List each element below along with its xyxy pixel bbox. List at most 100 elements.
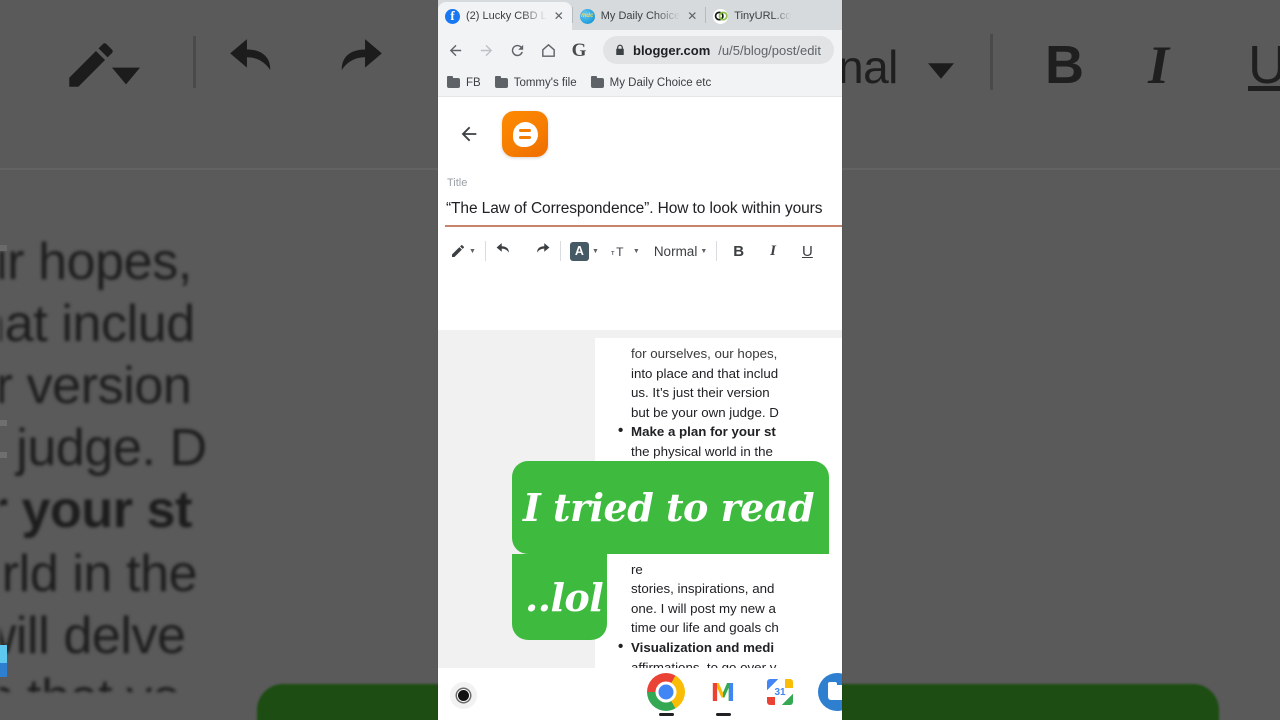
my-daily-choice-icon: mdc	[579, 8, 595, 24]
address-bar[interactable]: blogger.com/u/5/blog/post/edit	[603, 36, 834, 64]
browser-tab-tinyurl[interactable]: TinyURL.co	[706, 2, 798, 30]
redo-icon[interactable]	[532, 243, 551, 259]
text-color-chevron-down-icon[interactable]: ▼	[592, 248, 599, 255]
taskbar-app-chrome[interactable]	[646, 673, 686, 716]
background-chevron-down-icon	[112, 66, 140, 86]
doc-line: the physical world in the	[631, 443, 773, 459]
tab-close-icon[interactable]: ✕	[553, 10, 565, 22]
tab-title: (2) Lucky CBD L	[466, 10, 547, 22]
app-running-indicator	[658, 713, 674, 716]
gmail-icon: M	[704, 673, 742, 711]
blogger-logo-icon[interactable]	[502, 111, 548, 157]
taskbar-app-calendar[interactable]: 31	[760, 673, 800, 716]
doc-list-item: Make a plan for your st	[595, 421, 842, 442]
forward-arrow-icon[interactable]	[477, 41, 495, 59]
toolbar-separator-3	[716, 241, 718, 261]
taskbar-app-files[interactable]	[817, 673, 842, 716]
gmail-letter: M	[710, 677, 736, 707]
browser-tab-my-daily-choice[interactable]: mdc My Daily Choice ✕	[573, 2, 706, 30]
chrome-icon	[647, 673, 685, 711]
background-edge-mark-3	[0, 452, 7, 458]
bookmark-fb[interactable]: FB	[447, 75, 481, 89]
bookmarks-bar: FB Tommy's file My Daily Choice etc	[438, 70, 842, 97]
tab-close-icon[interactable]: ✕	[686, 10, 698, 22]
toolbar-separator-1	[484, 241, 486, 261]
background-edge-blue-2	[0, 663, 7, 677]
reload-icon[interactable]	[508, 41, 526, 59]
background-edge-mark	[0, 245, 7, 251]
phone-screen: f (2) Lucky CBD L ✕ mdc My Daily Choice …	[438, 0, 842, 720]
doc-line: us. It’s just their version	[631, 385, 770, 401]
doc-line: but be your own judge. D	[631, 404, 779, 420]
doc-line: re	[631, 561, 643, 577]
browser-tab-strip: f (2) Lucky CBD L ✕ mdc My Daily Choice …	[438, 0, 842, 30]
url-domain: blogger.com	[633, 42, 711, 58]
folder-icon	[494, 75, 508, 88]
pencil-chevron-down-icon[interactable]: ▼	[469, 248, 476, 255]
post-title-label: Title	[447, 177, 468, 189]
background-edge-mark-2	[0, 420, 7, 426]
paragraph-style-chevron-down-icon[interactable]: ▼	[700, 248, 707, 255]
browser-tab-facebook[interactable]: f (2) Lucky CBD L ✕	[438, 2, 572, 30]
tab-title: My Daily Choice	[600, 10, 681, 22]
caption-line-2: ..lol	[512, 554, 607, 640]
record-button[interactable]	[450, 682, 477, 709]
font-size-chevron-down-icon[interactable]: ▼	[633, 248, 640, 255]
doc-line: time our life and goals ch	[631, 620, 779, 636]
taskbar-apps: M 31	[646, 673, 842, 716]
svg-text:т: т	[611, 247, 615, 256]
doc-list-item: Visualization and medi	[595, 637, 842, 658]
files-icon	[818, 673, 842, 711]
taskbar-app-gmail[interactable]: M	[703, 673, 743, 716]
android-taskbar: M 31	[438, 668, 842, 720]
post-title-field[interactable]: Title “The Law of Correspondence”. How t…	[438, 171, 842, 227]
folder-icon	[590, 75, 604, 88]
home-icon[interactable]	[539, 41, 557, 59]
lock-icon	[615, 44, 625, 56]
editor-toolbar: ▼ A ▼ т T ▼ Normal ▼ B I U	[438, 227, 842, 275]
post-title-input[interactable]: “The Law of Correspondence”. How to look…	[446, 200, 842, 218]
doc-line: stories, inspirations, and	[631, 581, 775, 597]
undo-icon[interactable]	[495, 243, 514, 259]
doc-line: for ourselves, our hopes,	[631, 346, 778, 361]
bookmark-label: FB	[466, 77, 481, 89]
background-redo-icon	[325, 38, 387, 92]
caption-line-1: I tried to read	[512, 461, 829, 554]
back-arrow-icon[interactable]	[446, 41, 464, 59]
bookmark-my-daily-choice-etc[interactable]: My Daily Choice etc	[590, 75, 712, 89]
google-calendar-icon: 31	[761, 673, 799, 711]
italic-button[interactable]: I	[770, 243, 776, 260]
facebook-icon: f	[445, 8, 460, 24]
svg-text:T: T	[616, 244, 624, 258]
background-italic-label: I	[1148, 35, 1170, 95]
calendar-day-number: 31	[774, 686, 786, 698]
doc-line: one. I will post my new a	[631, 600, 776, 616]
bookmark-label: Tommy's file	[513, 77, 577, 89]
background-edge-blue	[0, 645, 7, 663]
background-bold-label: B	[1045, 35, 1084, 95]
bookmark-tommys-file[interactable]: Tommy's file	[494, 75, 577, 89]
tinyurl-icon	[713, 8, 729, 24]
paragraph-style-label[interactable]: Normal	[654, 244, 698, 259]
underline-button[interactable]: U	[802, 243, 813, 260]
doc-line: into place and that includ	[631, 365, 779, 381]
blogger-back-arrow-icon[interactable]	[458, 123, 480, 145]
background-underline-label: U	[1248, 35, 1280, 95]
folder-icon	[447, 75, 460, 88]
blogger-app-bar	[438, 97, 842, 171]
font-size-icon[interactable]: т T	[611, 244, 630, 259]
pencil-icon[interactable]	[450, 243, 466, 259]
url-path: /u/5/blog/post/edit	[718, 42, 821, 58]
background-separator-2	[990, 34, 993, 90]
text-color-icon[interactable]: A	[569, 241, 589, 261]
bold-button[interactable]: B	[733, 243, 744, 260]
browser-navigation-bar: G blogger.com/u/5/blog/post/edit	[438, 30, 842, 70]
google-icon[interactable]: G	[570, 41, 588, 60]
tab-title: TinyURL.co	[734, 10, 792, 22]
background-undo-icon	[225, 38, 287, 92]
toolbar-separator-2	[559, 241, 561, 261]
bookmark-label: My Daily Choice etc	[609, 77, 712, 89]
background-style-label: nal	[838, 41, 898, 93]
app-running-indicator	[715, 713, 731, 716]
background-style-chevron-icon	[928, 62, 954, 80]
